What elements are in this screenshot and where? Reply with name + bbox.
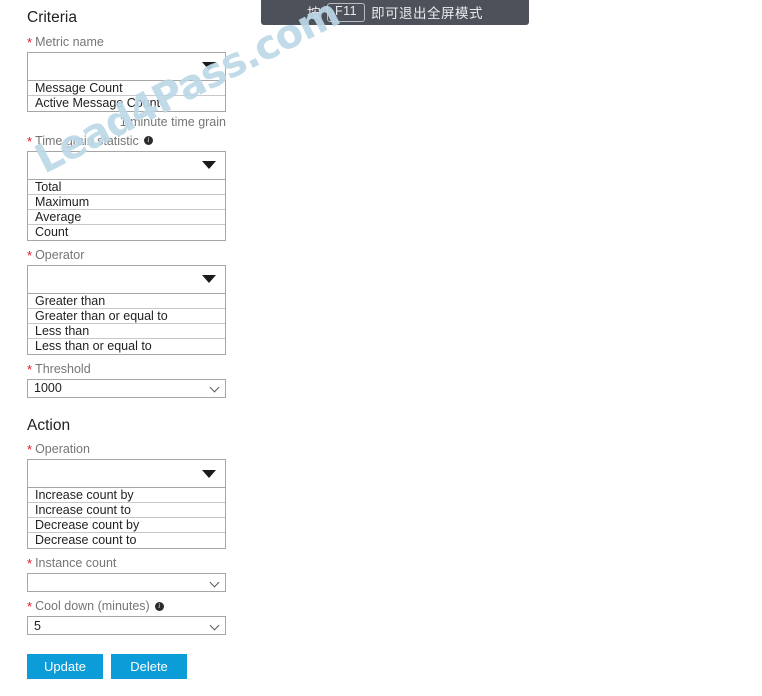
caret-down-icon[interactable] <box>202 469 216 478</box>
instance-count-label: * Instance count <box>27 555 250 571</box>
form-action-buttons: Update Delete <box>27 654 250 680</box>
threshold-value: 1000 <box>34 381 62 396</box>
operation-option[interactable]: Decrease count by <box>28 518 225 534</box>
field-cool-down: * Cool down (minutes) i 5 <box>27 598 250 636</box>
chevron-down-icon[interactable] <box>211 579 219 587</box>
fullscreen-hint-suffix: 即可退出全屏模式 <box>371 6 484 21</box>
operator-label-text: Operator <box>35 247 85 262</box>
operation-input[interactable] <box>28 460 225 488</box>
threshold-label: * Threshold <box>27 361 250 377</box>
caret-down-icon[interactable] <box>202 161 216 170</box>
cool-down-input[interactable]: 5 <box>27 616 226 636</box>
time-grain-statistic-option[interactable]: Average <box>28 210 225 225</box>
time-grain-statistic-combobox[interactable]: Total Maximum Average Count <box>27 150 226 241</box>
criteria-section-heading: Criteria <box>27 9 77 26</box>
required-asterisk-icon: * <box>27 361 33 377</box>
field-threshold: * Threshold 1000 <box>27 361 250 398</box>
time-grain-statistic-input[interactable] <box>28 151 225 179</box>
field-time-grain-statistic: * Time grain statistic i Total Maximum A… <box>27 133 250 241</box>
operator-option[interactable]: Greater than <box>28 294 225 309</box>
caret-down-icon[interactable] <box>202 275 216 284</box>
time-grain-statistic-option[interactable]: Maximum <box>28 195 225 210</box>
autoscale-rule-form: Criteria * Metric name Message Count Act… <box>0 0 250 680</box>
metric-name-option[interactable]: Message Count <box>28 81 225 96</box>
caret-down-icon[interactable] <box>202 62 216 71</box>
time-grain-statistic-option[interactable]: Total <box>28 180 225 195</box>
metric-name-option[interactable]: Active Message Count <box>28 96 225 111</box>
operator-label: * Operator <box>27 247 250 263</box>
metric-name-label: * Metric name <box>27 34 250 50</box>
fullscreen-hint-key: F11 <box>326 3 366 22</box>
info-icon[interactable]: i <box>143 136 153 146</box>
field-operator: * Operator Greater than Greater than or … <box>27 247 250 355</box>
required-asterisk-icon: * <box>27 34 33 50</box>
chevron-down-icon[interactable] <box>211 384 219 392</box>
time-grain-statistic-label-text: Time grain statistic <box>35 133 139 148</box>
chevron-down-icon[interactable] <box>211 622 219 630</box>
metric-name-combobox[interactable]: Message Count Active Message Count <box>27 51 226 112</box>
operator-combobox[interactable]: Greater than Greater than or equal to Le… <box>27 264 226 355</box>
info-icon[interactable]: i <box>154 601 164 611</box>
fullscreen-hint-prefix: 按 <box>306 6 321 21</box>
delete-button[interactable]: Delete <box>111 654 187 680</box>
instance-count-input[interactable] <box>27 573 226 593</box>
time-grain-statistic-option-list[interactable]: Total Maximum Average Count <box>28 178 225 240</box>
operator-option-list[interactable]: Greater than Greater than or equal to Le… <box>28 292 225 354</box>
field-operation: * Operation Increase count by Increase c… <box>27 441 250 550</box>
operator-option[interactable]: Greater than or equal to <box>28 309 225 324</box>
threshold-label-text: Threshold <box>35 361 91 376</box>
required-asterisk-icon: * <box>27 556 33 572</box>
metric-name-hint: 1 minute time grain <box>119 114 226 129</box>
operation-option-list[interactable]: Increase count by Increase count to Decr… <box>28 487 225 549</box>
time-grain-statistic-label: * Time grain statistic i <box>27 133 250 149</box>
required-asterisk-icon: * <box>27 247 33 263</box>
operation-option[interactable]: Decrease count to <box>28 533 225 548</box>
operation-label-text: Operation <box>35 442 90 457</box>
cool-down-label: * Cool down (minutes) i <box>27 598 250 614</box>
action-section-heading: Action <box>27 416 71 434</box>
operation-combobox[interactable]: Increase count by Increase count to Decr… <box>27 459 226 550</box>
field-metric-name: * Metric name Message Count Active Messa… <box>27 34 250 130</box>
operator-input[interactable] <box>28 265 225 293</box>
metric-name-option-list[interactable]: Message Count Active Message Count <box>28 79 225 111</box>
update-button[interactable]: Update <box>27 654 103 680</box>
instance-count-label-text: Instance count <box>35 556 117 571</box>
metric-name-label-text: Metric name <box>35 34 104 49</box>
metric-name-input[interactable] <box>28 52 225 80</box>
cool-down-value: 5 <box>34 618 41 633</box>
required-asterisk-icon: * <box>27 442 33 458</box>
threshold-input[interactable]: 1000 <box>27 378 226 398</box>
operator-option[interactable]: Less than <box>28 324 225 339</box>
required-asterisk-icon: * <box>27 133 33 149</box>
fullscreen-hint-banner: 按 F11 即可退出全屏模式 <box>261 0 529 25</box>
cool-down-label-text: Cool down (minutes) <box>35 599 150 614</box>
field-instance-count: * Instance count <box>27 555 250 593</box>
operator-option[interactable]: Less than or equal to <box>28 339 225 354</box>
operation-option[interactable]: Increase count to <box>28 503 225 519</box>
required-asterisk-icon: * <box>27 599 33 615</box>
operation-option[interactable]: Increase count by <box>28 488 225 504</box>
operation-label: * Operation <box>27 441 250 457</box>
time-grain-statistic-option[interactable]: Count <box>28 225 225 240</box>
